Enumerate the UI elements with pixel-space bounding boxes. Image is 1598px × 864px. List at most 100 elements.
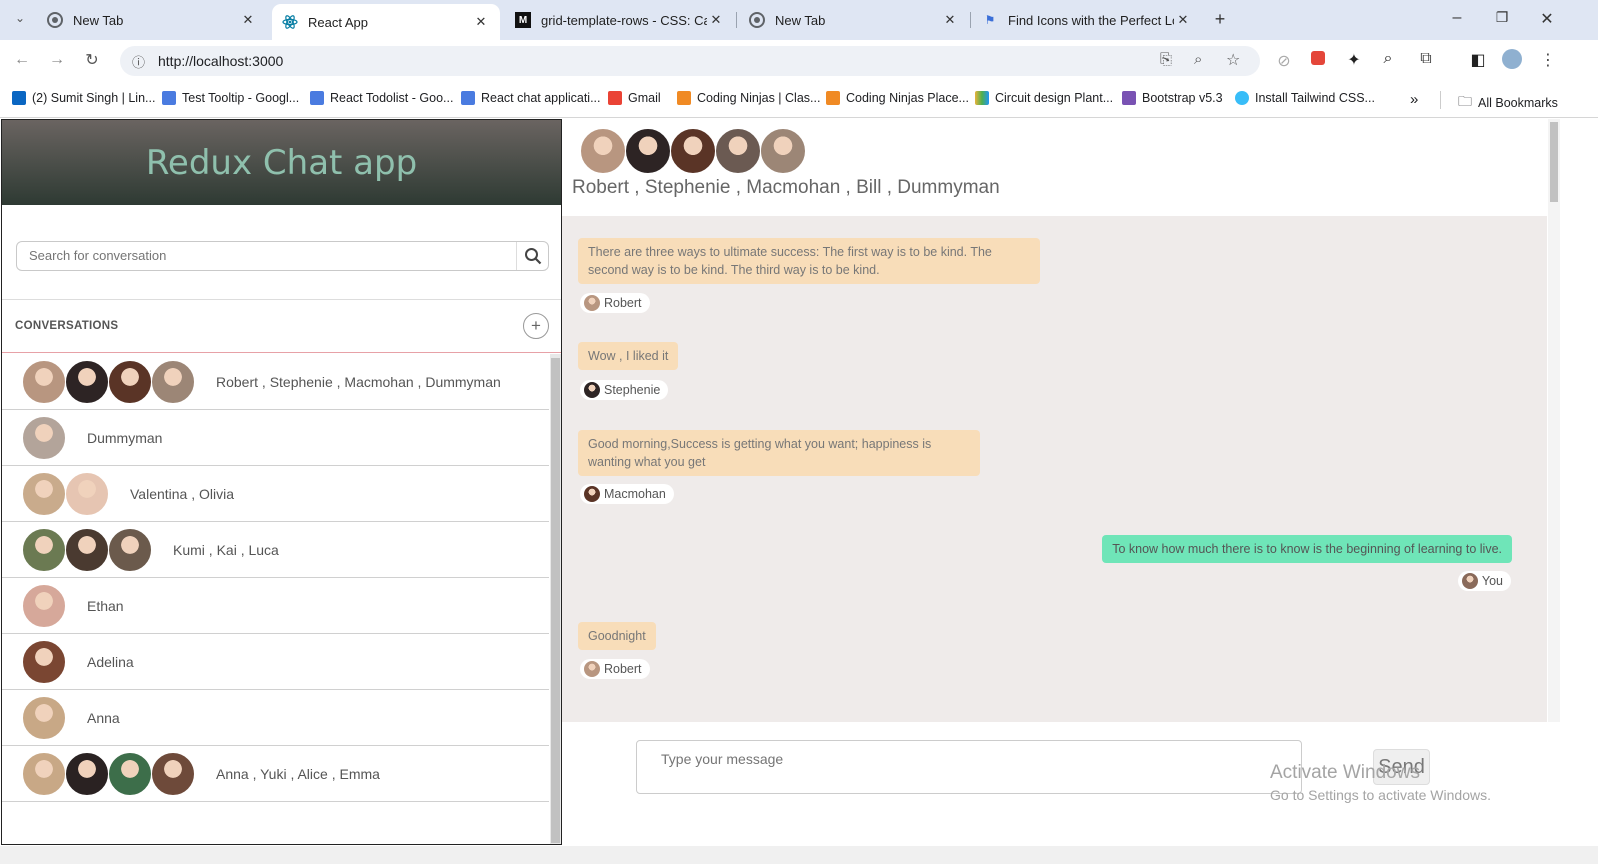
conversations-header: CONVERSATIONS + <box>2 299 561 353</box>
avatar <box>108 527 152 572</box>
bookmark-react-todolist[interactable]: React Todolist - Goo... <box>310 91 453 105</box>
sender-avatar <box>1461 573 1478 589</box>
profile-avatar[interactable] <box>1500 49 1524 74</box>
conversations-label: CONVERSATIONS <box>15 320 119 332</box>
restore-icon[interactable]: ❐ <box>1490 9 1514 26</box>
reload-icon[interactable]: ↻ <box>80 50 104 70</box>
back-icon[interactable]: ← <box>10 51 34 69</box>
add-conversation-button[interactable]: + <box>523 313 549 339</box>
search-button[interactable] <box>516 242 548 270</box>
conversation-avatars <box>22 471 109 516</box>
close-icon[interactable]: ✕ <box>707 12 725 28</box>
close-icon[interactable]: ✕ <box>941 12 959 28</box>
more-bookmarks-icon[interactable]: » <box>1410 91 1418 108</box>
conversation-avatars <box>22 527 152 572</box>
conversation-avatars <box>22 359 195 404</box>
tab-2[interactable]: M grid-template-rows - CSS: Casca ✕ <box>505 0 735 40</box>
avatar <box>22 695 66 740</box>
coding-ninjas-icon <box>677 91 691 105</box>
message-sender: Robert <box>580 659 650 679</box>
tab-3[interactable]: New Tab ✕ <box>739 0 969 40</box>
bookmark-test-tooltip[interactable]: Test Tooltip - Googl... <box>162 91 299 105</box>
participant-names: Robert , Stephenie , Macmohan , Bill , D… <box>572 177 1000 198</box>
conversation-name: Dummyman <box>87 429 163 446</box>
bookmark-coding-ninjas-class[interactable]: Coding Ninjas | Clas... <box>677 91 820 105</box>
message-input[interactable] <box>661 751 1261 781</box>
conversation-name: Robert , Stephenie , Macmohan , Dummyman <box>216 373 501 390</box>
sender-name: You <box>1481 574 1503 588</box>
sender-avatar <box>584 382 600 398</box>
conversation-avatars <box>22 751 195 796</box>
address-bar[interactable]: ⓘ http://localhost:3000 ⎘ ⌕ ☆ <box>120 46 1260 76</box>
conversation-avatars <box>22 583 66 628</box>
bookmarks-bar: (2) Sumit Singh | Lin... Test Tooltip - … <box>0 82 1598 118</box>
window-close-icon[interactable]: ✕ <box>1535 9 1559 29</box>
extension-compass-icon[interactable]: ⊘ <box>1272 51 1296 71</box>
bookmark-linkedin[interactable]: (2) Sumit Singh | Lin... <box>12 91 155 105</box>
tab-0[interactable]: New Tab ✕ <box>37 0 267 40</box>
conversation-list: Robert , Stephenie , Macmohan , Dummyman… <box>2 354 549 844</box>
conversation-row[interactable]: Ethan <box>2 578 549 634</box>
close-icon[interactable]: ✕ <box>239 12 257 28</box>
conversation-name: Adelina <box>87 653 134 670</box>
extensions-puzzle-icon[interactable]: ⧉ <box>1414 50 1438 68</box>
minimize-icon[interactable]: – <box>1445 9 1469 27</box>
message-sender: Stephenie <box>580 380 669 400</box>
extension-red-icon[interactable] <box>1306 51 1330 70</box>
chat-scrollbar[interactable] <box>1548 119 1560 722</box>
conversation-row[interactable]: Robert , Stephenie , Macmohan , Dummyman <box>2 354 549 410</box>
zoom-icon[interactable]: ⌕ <box>1194 51 1202 68</box>
bookmark-bootstrap[interactable]: Bootstrap v5.3 <box>1122 91 1223 105</box>
search-box <box>16 241 549 271</box>
close-icon[interactable]: ✕ <box>472 14 490 30</box>
horizontal-scrollbar[interactable] <box>0 846 1598 864</box>
doc-icon <box>162 91 176 105</box>
avatar <box>715 128 761 174</box>
side-panel-icon[interactable]: ◧ <box>1466 50 1490 70</box>
conversation-row[interactable]: Valentina , Olivia <box>2 466 549 522</box>
mdn-icon: M <box>515 12 531 28</box>
doc-icon <box>310 91 324 105</box>
avatar <box>151 751 195 796</box>
conversation-row[interactable]: Anna <box>2 690 549 746</box>
menu-icon[interactable]: ⋮ <box>1536 50 1560 70</box>
conversation-row[interactable]: Dummyman <box>2 410 549 466</box>
search-input[interactable] <box>29 248 499 263</box>
install-icon[interactable]: ⎘ <box>1160 51 1172 68</box>
close-icon[interactable]: ✕ <box>1174 12 1192 28</box>
tab-title: New Tab <box>775 12 826 28</box>
sender-name: Robert <box>604 296 642 310</box>
message-area: There are three ways to ultimate success… <box>562 216 1547 722</box>
avatar <box>580 128 626 174</box>
all-bookmarks[interactable]: 🗀 All Bookmarks <box>1458 91 1558 115</box>
extension-bird-icon[interactable]: ✦ <box>1342 50 1366 70</box>
star-icon[interactable]: ☆ <box>1226 50 1240 70</box>
forward-icon[interactable]: → <box>45 51 69 69</box>
avatar <box>22 527 66 572</box>
bookmark-coding-ninjas-place[interactable]: Coding Ninjas Place... <box>826 91 969 105</box>
bookmark-tailwind[interactable]: Install Tailwind CSS... <box>1235 91 1375 105</box>
new-tab-icon[interactable]: + <box>1208 9 1232 30</box>
url-text[interactable]: http://localhost:3000 <box>158 53 283 69</box>
avatar <box>22 471 66 516</box>
bookmark-react-chat[interactable]: React chat applicati... <box>461 91 601 105</box>
avatar <box>151 359 195 404</box>
message-bubble: To know how much there is to know is the… <box>1102 535 1512 563</box>
conversation-row[interactable]: Kumi , Kai , Luca <box>2 522 549 578</box>
avatar <box>22 359 66 404</box>
tab-search-icon[interactable]: ⌄ <box>8 11 32 25</box>
avatar <box>760 128 806 174</box>
info-icon[interactable]: ⓘ <box>132 52 145 71</box>
conversation-row[interactable]: Adelina <box>2 634 549 690</box>
bookmark-circuit-design[interactable]: Circuit design Plant... <box>975 91 1113 105</box>
extension-search-icon[interactable]: ⌕ <box>1376 50 1400 68</box>
circuit-icon <box>975 91 989 105</box>
tab-1[interactable]: React App ✕ <box>272 4 500 40</box>
tab-4[interactable]: ⚑ Find Icons with the Perfect Look ✕ <box>972 0 1202 40</box>
scrollbar-thumb[interactable] <box>1550 122 1558 202</box>
conversation-row[interactable]: Anna , Yuki , Alice , Emma <box>2 746 549 802</box>
browser-tab-bar: ⌄ New Tab ✕ React App ✕ M grid-template-… <box>0 0 1598 40</box>
scrollbar-thumb[interactable] <box>551 358 560 843</box>
sidebar-scrollbar[interactable] <box>550 354 561 844</box>
bookmark-gmail[interactable]: Gmail <box>608 91 661 105</box>
